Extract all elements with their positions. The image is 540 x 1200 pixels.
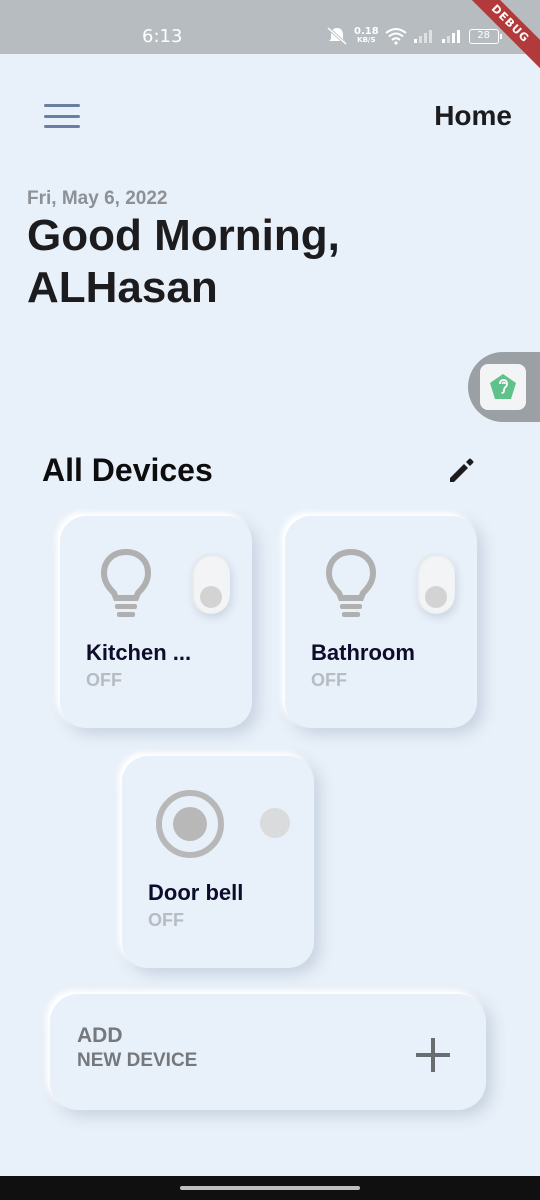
status-time: 6:13 <box>142 26 183 47</box>
device-card-doorbell[interactable]: Door bell OFF <box>122 756 314 968</box>
wifi-icon <box>385 28 407 45</box>
doorbell-icon <box>156 790 224 858</box>
greeting-message: Good Morning, <box>27 211 340 260</box>
device-name: Kitchen ... <box>86 640 192 665</box>
status-icons: 0.18 KB/S 28 <box>326 22 502 50</box>
status-indicator <box>260 808 290 838</box>
speed-unit: KB/S <box>357 36 376 44</box>
current-date: Fri, May 6, 2022 <box>27 188 168 209</box>
status-bar: 6:13 0.18 KB/S 28 DEBUG <box>0 0 540 81</box>
hamburger-menu-icon[interactable] <box>44 104 80 128</box>
signal-icon-2 <box>441 30 460 43</box>
device-state: OFF <box>311 670 347 690</box>
network-speed: 0.18 KB/S <box>354 27 379 45</box>
lightbulb-icon <box>100 548 152 617</box>
power-toggle[interactable] <box>192 554 230 614</box>
add-label: ADD <box>77 1024 123 1047</box>
system-nav-bar <box>0 1176 540 1200</box>
device-name: Bathroom <box>311 640 415 665</box>
page-title: Home <box>434 100 512 131</box>
section-title: All Devices <box>42 452 213 488</box>
device-card-bathroom[interactable]: Bathroom OFF <box>285 516 477 728</box>
new-device-label: NEW DEVICE <box>77 1050 198 1071</box>
add-device-button[interactable]: ADD NEW DEVICE <box>50 994 486 1110</box>
signal-icon <box>413 30 432 43</box>
user-name: ALHasan <box>27 263 218 312</box>
pencil-icon[interactable] <box>446 454 478 486</box>
device-state: OFF <box>148 910 184 930</box>
power-toggle[interactable] <box>417 554 455 614</box>
floating-assistant-button[interactable] <box>468 352 540 422</box>
mute-bell-icon <box>327 26 347 46</box>
hearing-badge-icon <box>480 364 526 410</box>
speed-value: 0.18 <box>354 26 379 37</box>
plus-icon <box>416 1038 450 1072</box>
battery-icon: 28 <box>468 28 502 44</box>
device-name: Door bell <box>148 880 244 905</box>
greeting-text: Good Morning, ALHasan <box>27 210 447 314</box>
device-state: OFF <box>86 670 122 690</box>
lightbulb-icon <box>325 548 377 617</box>
device-card-kitchen[interactable]: Kitchen ... OFF <box>60 516 252 728</box>
home-gesture-handle[interactable] <box>180 1186 360 1190</box>
